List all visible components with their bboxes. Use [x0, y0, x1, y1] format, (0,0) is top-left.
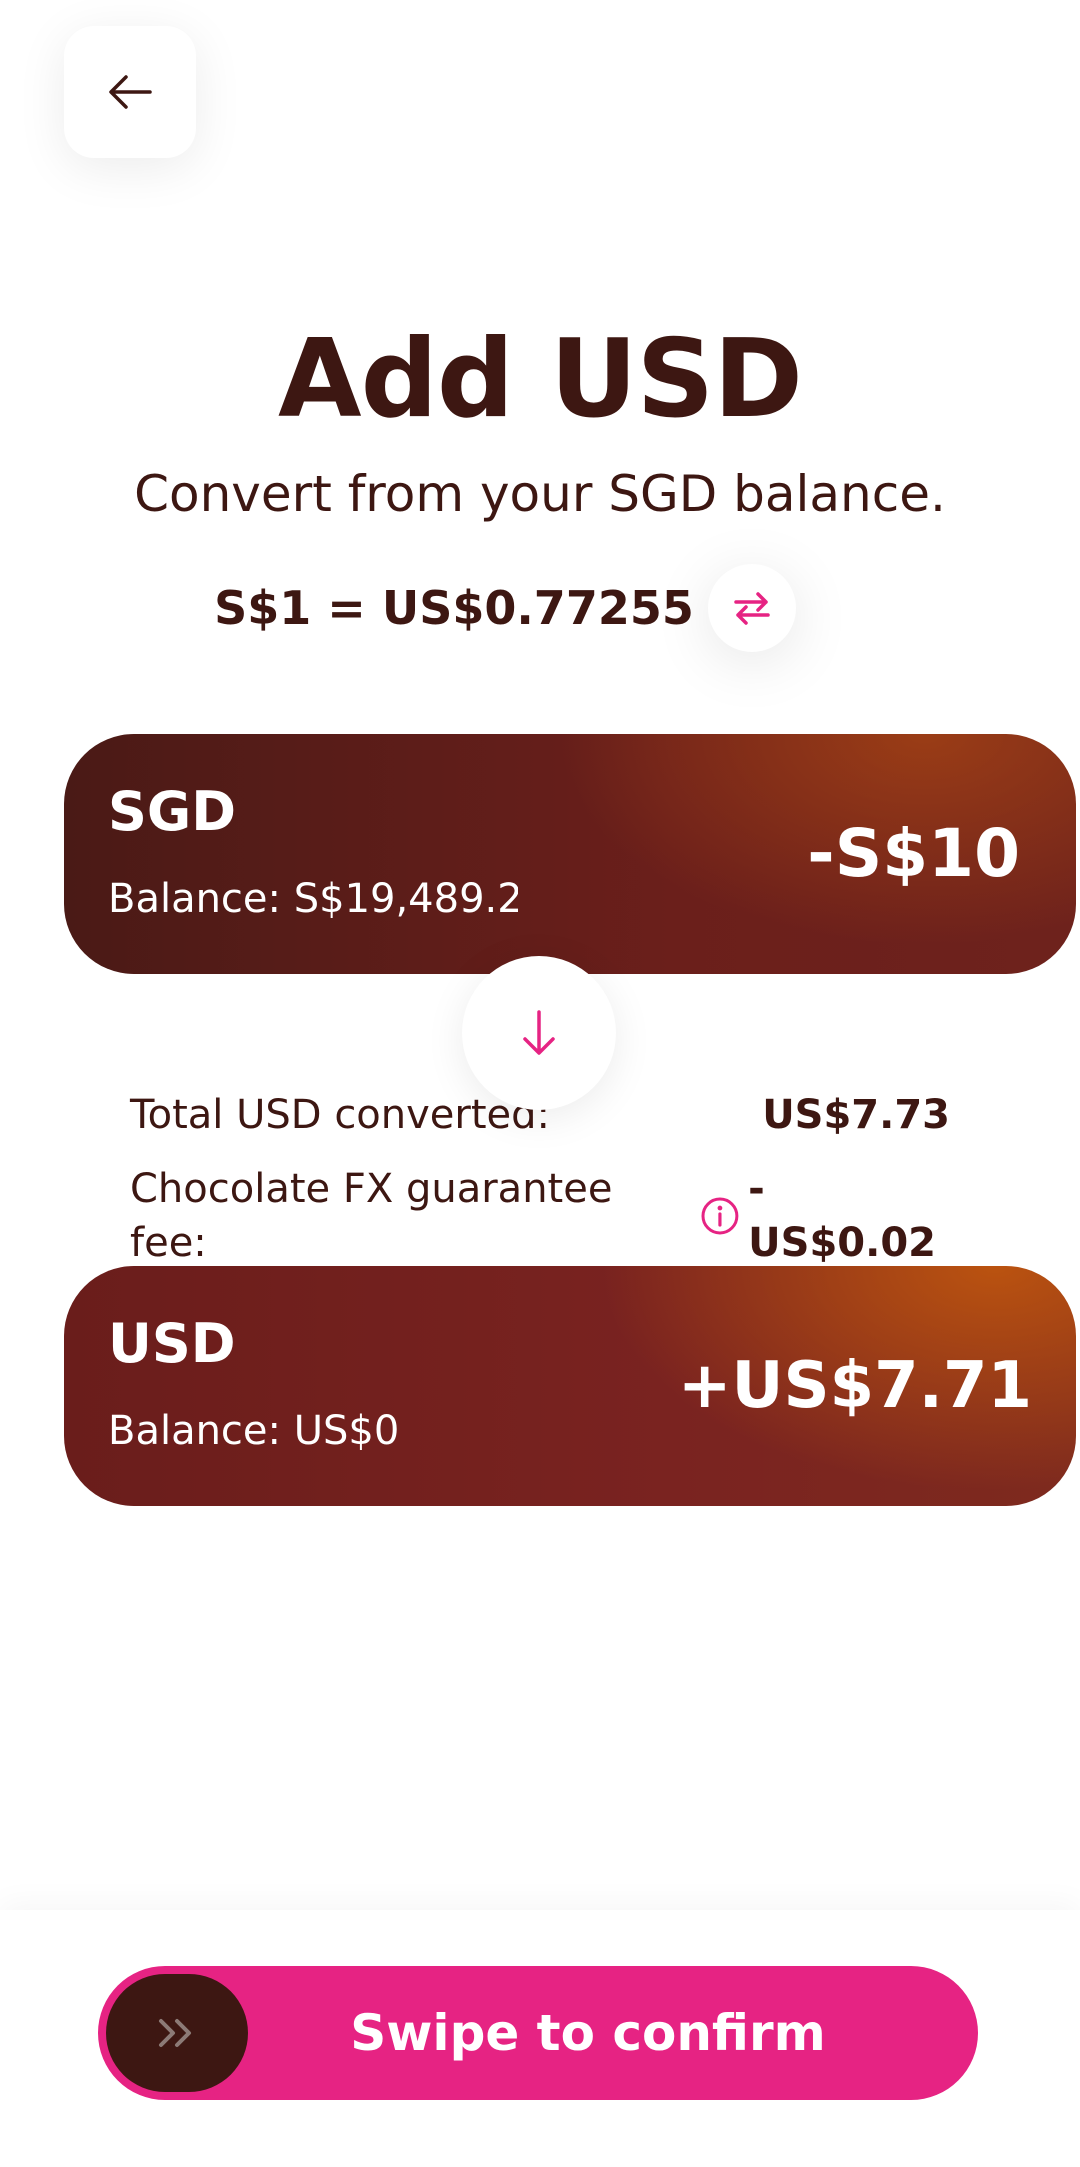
- page-subtitle: Convert from your SGD balance.: [134, 465, 946, 523]
- double-chevron-right-icon: [159, 2019, 191, 2047]
- info-icon[interactable]: [700, 1196, 740, 1236]
- arrow-left-icon: [109, 75, 152, 109]
- fee-row: Chocolate FX guarantee fee: -US$0.02: [130, 1162, 952, 1270]
- arrow-down-icon: [523, 1010, 555, 1055]
- to-currency-balance: Balance: US$0: [108, 1408, 400, 1454]
- from-currency-code: SGD: [108, 780, 237, 843]
- back-button[interactable]: [64, 26, 196, 158]
- swap-rate-button[interactable]: [707, 564, 796, 652]
- from-currency-card[interactable]: SGD Balance: S$19,489.22 -S$10: [64, 734, 1076, 974]
- fee-value: -US$0.02: [748, 1166, 936, 1266]
- to-amount: +US$7.71: [677, 1349, 1032, 1423]
- total-converted-value: US$7.73: [762, 1092, 950, 1138]
- to-currency-card[interactable]: USD Balance: US$0 +US$7.71: [64, 1266, 1076, 1506]
- from-amount: -S$10: [807, 815, 1020, 892]
- swipe-label: Swipe to confirm: [350, 2004, 826, 2062]
- convert-direction-button[interactable]: [462, 956, 616, 1110]
- swipe-to-confirm[interactable]: Swipe to confirm: [98, 1966, 978, 2100]
- swipe-handle[interactable]: [106, 1974, 248, 2092]
- fee-label: Chocolate FX guarantee fee:: [130, 1166, 613, 1266]
- page-title: Add USD: [278, 317, 803, 442]
- exchange-rate-row: S$1 = US$0.77255: [0, 564, 1080, 652]
- total-converted-label: Total USD converted:: [130, 1092, 551, 1138]
- exchange-rate-text: S$1 = US$0.77255: [214, 581, 694, 635]
- from-currency-balance: Balance: S$19,489.22: [108, 876, 518, 922]
- swap-arrows-icon: [734, 592, 770, 625]
- to-currency-code: USD: [108, 1312, 236, 1375]
